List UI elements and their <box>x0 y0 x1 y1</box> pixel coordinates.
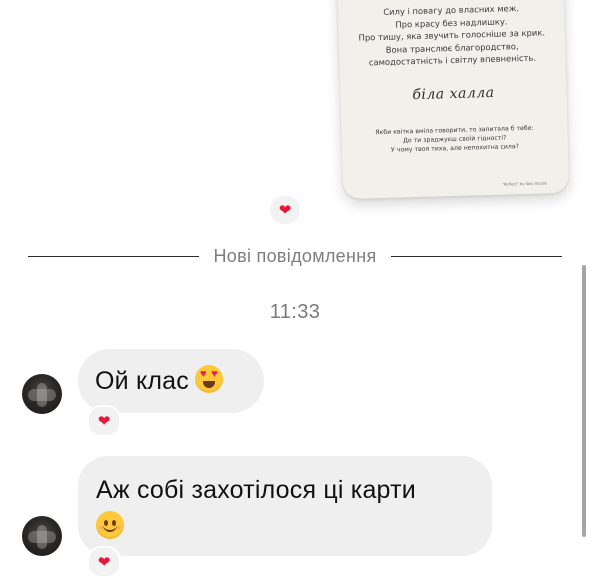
message-bubble[interactable]: Аж собі захотілося ці карти <box>78 456 492 556</box>
heart-icon: ❤ <box>278 201 292 219</box>
shared-card-image[interactable]: Силу і повагу до власних меж. Про красу … <box>336 0 570 200</box>
message-timestamp: 11:33 <box>269 301 321 323</box>
smiling-face-emoji-icon <box>96 511 124 539</box>
message-text: Аж собі захотілося ці карти <box>96 476 416 504</box>
card-question: Якби квітка вміла говорити, то запитала … <box>341 123 568 156</box>
message-bubble[interactable]: Ой клас <box>78 349 264 413</box>
avatar[interactable] <box>22 516 62 556</box>
card-heart-reaction[interactable]: ❤ <box>270 196 300 224</box>
card-poem: Силу і повагу до власних меж. Про красу … <box>338 1 566 70</box>
message-heart-reaction[interactable]: ❤ <box>87 546 121 578</box>
card-title: біла халла <box>412 84 495 104</box>
message-text: Ой клас <box>95 367 189 395</box>
heart-icon: ❤ <box>97 412 111 430</box>
message-heart-reaction[interactable]: ❤ <box>87 405 121 437</box>
divider-label: Нові повідомлення <box>213 245 377 266</box>
new-messages-divider: Нові повідомлення <box>28 243 562 269</box>
heart-icon: ❤ <box>97 553 111 571</box>
avatar[interactable] <box>22 374 62 414</box>
heart-eyes-emoji-icon <box>194 365 223 393</box>
divider-line-left <box>28 255 200 257</box>
divider-line-right <box>390 255 562 257</box>
card-footer: "Reflect" by Kolo Studio <box>501 180 548 187</box>
